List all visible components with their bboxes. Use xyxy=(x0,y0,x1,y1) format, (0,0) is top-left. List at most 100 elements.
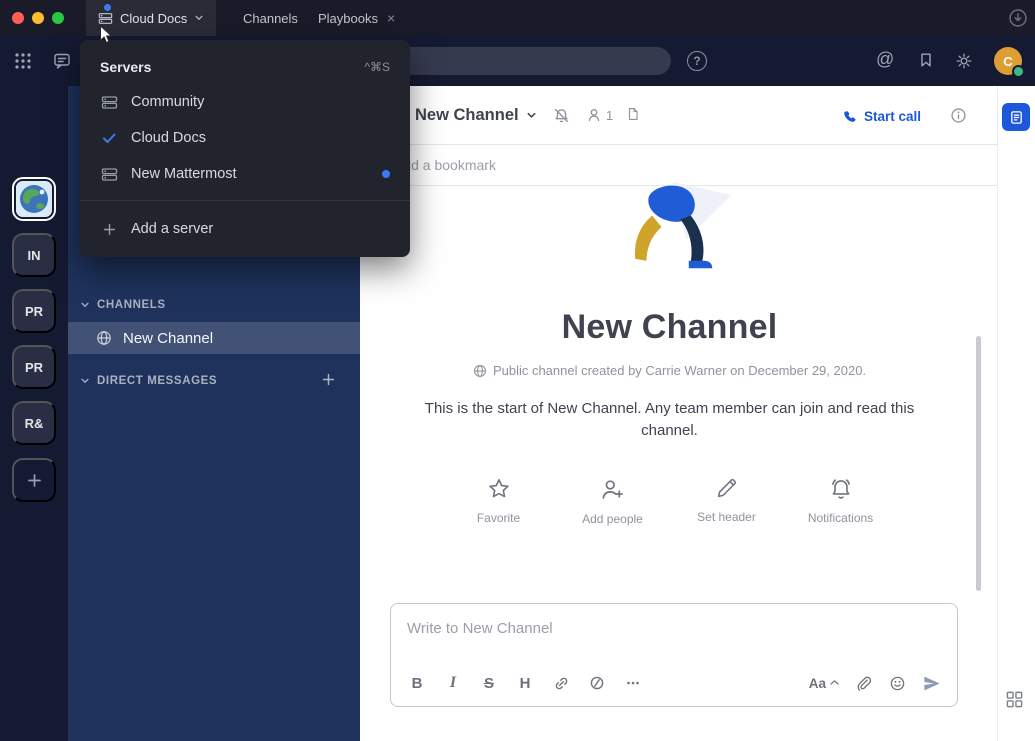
help-icon[interactable]: ? xyxy=(687,51,707,71)
team-item-ra[interactable]: R& xyxy=(12,401,56,445)
dm-group-label: DIRECT MESSAGES xyxy=(97,375,217,387)
servers-dropdown-menu: Servers ^⌘S Community Cloud Docs New Mat… xyxy=(80,40,410,257)
online-status-badge xyxy=(1012,65,1025,78)
text-style-label: Aa xyxy=(809,676,826,691)
heading-button[interactable]: H xyxy=(511,669,539,697)
server-tab-label: Cloud Docs xyxy=(120,11,187,26)
composer-right-tools: Aa xyxy=(805,669,945,697)
notifications-button[interactable]: Notifications xyxy=(797,476,885,526)
favorite-button[interactable]: Favorite xyxy=(455,476,543,526)
add-people-button[interactable]: Add people xyxy=(569,476,657,526)
main-content: New Channel 1 Start call xyxy=(360,86,997,741)
person-plus-icon xyxy=(599,476,626,503)
strikethrough-button[interactable]: S xyxy=(475,669,503,697)
channel-intro: New Channel Public channel created by Ca… xyxy=(360,180,979,526)
star-icon xyxy=(486,476,512,502)
action-label: Add people xyxy=(582,512,643,526)
emoji-icon[interactable] xyxy=(883,669,911,697)
zoom-window-button[interactable] xyxy=(52,12,64,24)
action-label: Favorite xyxy=(477,511,520,525)
search-input[interactable] xyxy=(365,47,671,75)
channel-item-new-channel[interactable]: New Channel xyxy=(68,322,360,354)
user-avatar[interactable]: C xyxy=(994,47,1022,75)
channel-intro-description: This is the start of New Channel. Any te… xyxy=(400,398,940,442)
tab-close-icon[interactable]: × xyxy=(387,10,395,26)
main-scrollbar[interactable] xyxy=(976,336,981,591)
message-composer[interactable]: Write to New Channel B I S H Aa xyxy=(390,603,958,707)
unread-dot xyxy=(382,170,390,178)
tab-playbooks[interactable]: Playbooks × xyxy=(318,0,395,36)
set-header-button[interactable]: Set header xyxy=(683,476,771,526)
add-server-button[interactable]: Add a server xyxy=(80,209,410,249)
minimize-window-button[interactable] xyxy=(32,12,44,24)
start-call-button[interactable]: Start call xyxy=(842,102,921,130)
channels-group-label: CHANNELS xyxy=(97,299,166,311)
add-direct-message-icon[interactable] xyxy=(321,372,336,387)
menu-divider xyxy=(80,200,410,201)
server-dropdown-button[interactable]: Cloud Docs xyxy=(86,0,216,36)
channel-info-icon[interactable] xyxy=(950,107,967,124)
italic-button[interactable]: I xyxy=(439,669,467,697)
check-icon xyxy=(100,130,118,146)
channel-members-button[interactable]: 1 xyxy=(586,107,613,123)
boards-app-icon[interactable] xyxy=(1002,103,1030,131)
pinned-files-icon[interactable] xyxy=(626,107,640,121)
chevron-down-icon xyxy=(80,376,90,386)
message-input[interactable]: Write to New Channel xyxy=(391,604,957,637)
member-count: 1 xyxy=(606,108,613,123)
attach-file-icon[interactable] xyxy=(849,669,877,697)
action-label: Set header xyxy=(697,510,756,524)
tab-channels[interactable]: Channels xyxy=(243,0,298,36)
server-item-community[interactable]: Community xyxy=(80,84,410,120)
team-initials: R& xyxy=(25,416,44,431)
slash-command-icon[interactable] xyxy=(583,669,611,697)
team-sidebar: IN PR PR R& xyxy=(0,86,68,741)
plus-icon xyxy=(100,222,118,237)
notifications-muted-icon[interactable] xyxy=(553,107,570,124)
action-label: Notifications xyxy=(808,511,873,525)
team-initials: PR xyxy=(25,360,43,375)
mentions-icon[interactable]: @ xyxy=(876,49,894,70)
team-item-pr1[interactable]: PR xyxy=(12,289,56,333)
channel-meta-text: Public channel created by Carrie Warner … xyxy=(493,363,866,378)
channels-product-icon[interactable] xyxy=(53,52,71,70)
team-item-in[interactable]: IN xyxy=(12,233,56,277)
text-style-toggle[interactable]: Aa xyxy=(805,669,843,697)
apps-rail xyxy=(997,86,1035,741)
channels-group-header[interactable]: CHANNELS xyxy=(80,295,166,315)
unread-dot xyxy=(104,4,111,11)
channel-intro-title: New Channel xyxy=(360,308,979,347)
composer-toolbar: B I S H Aa xyxy=(391,660,957,706)
downloads-button[interactable] xyxy=(1008,8,1028,28)
apps-grid-icon[interactable] xyxy=(1005,690,1024,709)
server-icon xyxy=(100,166,118,183)
settings-gear-icon[interactable] xyxy=(955,52,973,70)
saved-posts-icon[interactable] xyxy=(918,52,934,68)
globe-icon xyxy=(473,364,487,378)
team-item-selected[interactable] xyxy=(12,177,56,221)
channel-item-label: New Channel xyxy=(123,330,213,347)
more-formatting-icon[interactable] xyxy=(619,669,647,697)
add-team-button[interactable] xyxy=(12,458,56,502)
server-icon xyxy=(98,11,113,26)
team-item-pr2[interactable]: PR xyxy=(12,345,56,389)
chevron-down-icon xyxy=(80,300,90,310)
product-switcher-icon[interactable] xyxy=(14,52,32,70)
help-glyph: ? xyxy=(693,54,700,68)
server-icon xyxy=(100,94,118,111)
at-sign-glyph: @ xyxy=(876,49,894,69)
send-message-icon[interactable] xyxy=(917,669,945,697)
bold-button[interactable]: B xyxy=(403,669,431,697)
link-icon[interactable] xyxy=(547,669,575,697)
direct-messages-group-header[interactable]: DIRECT MESSAGES xyxy=(80,371,217,391)
close-window-button[interactable] xyxy=(12,12,24,24)
titlebar: Cloud Docs Channels Playbooks × xyxy=(0,0,1035,36)
channel-meta: Public channel created by Carrie Warner … xyxy=(360,363,979,378)
chevron-down-icon xyxy=(194,13,204,23)
team-initials: IN xyxy=(28,248,41,263)
channel-title-dropdown[interactable]: New Channel xyxy=(415,86,537,145)
channel-header: New Channel 1 Start call xyxy=(360,86,997,145)
server-item-cloud-docs[interactable]: Cloud Docs xyxy=(80,120,410,156)
server-item-new-mattermost[interactable]: New Mattermost xyxy=(80,156,410,192)
servers-menu-shortcut: ^⌘S xyxy=(364,60,390,74)
